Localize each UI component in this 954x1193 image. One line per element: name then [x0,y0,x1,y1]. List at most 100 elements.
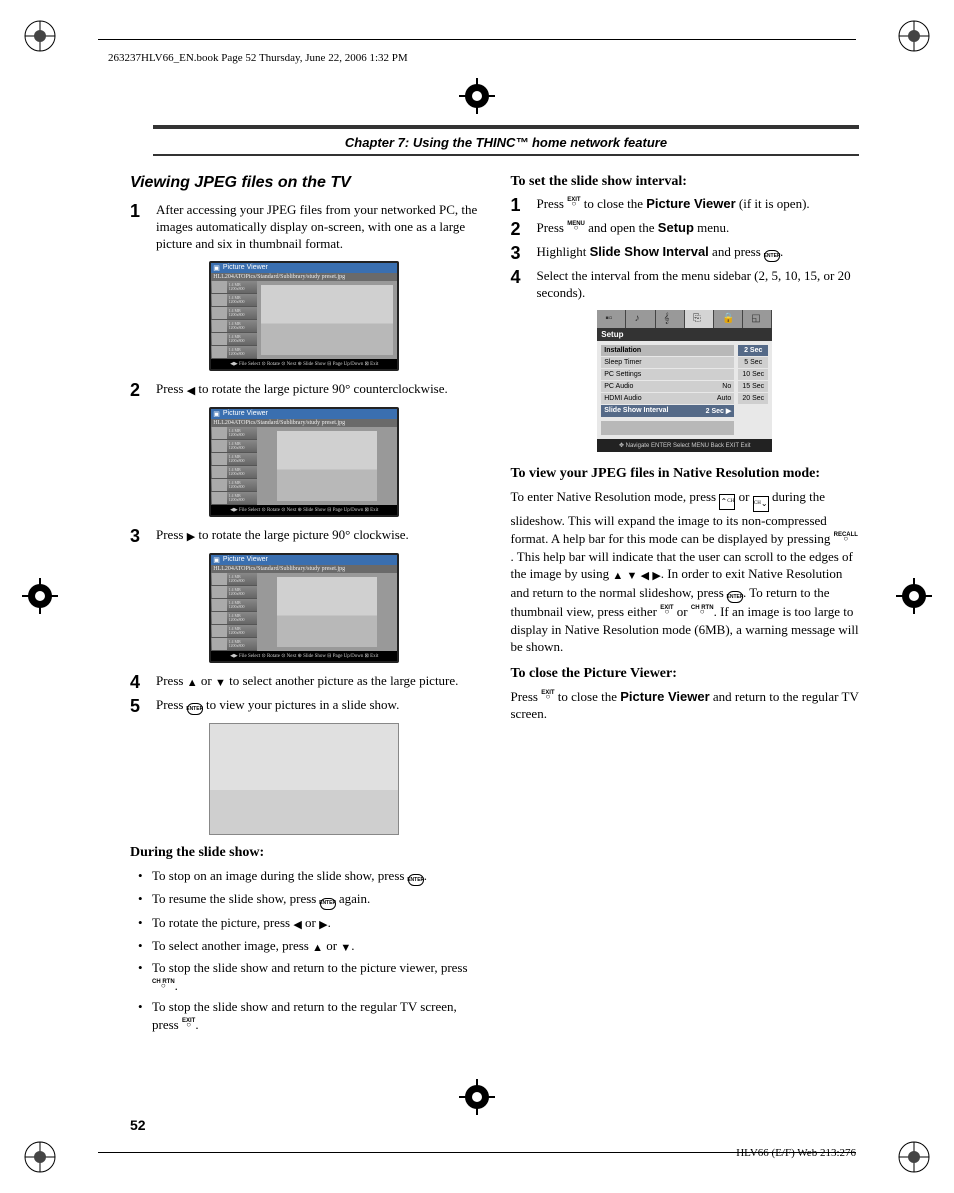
crop-mark-icon [459,78,495,114]
enter-button-icon: ENTER [764,250,780,262]
step-text: Press ▲ or ▼ to select another picture a… [156,673,479,690]
tab-setup-icon: ⎘ [685,310,714,328]
crop-mark-icon [22,578,58,614]
step-text: After accessing your JPEG files from you… [156,202,479,253]
thumbnail: 1.4 MB 1200x800 [211,294,257,307]
chrtn-button-icon: CH RTN○ [691,605,714,613]
tab-lock-icon: 🔒 [714,310,743,328]
list-item: To rotate the picture, press ◀ or ▶. [130,914,479,933]
thumbnail-strip: 1.4 MB 1200x800 1.4 MB 1200x800 1.4 MB 1… [211,427,257,505]
slideshow-image-figure [209,723,399,835]
subsection-heading: To view your JPEG files in Native Resolu… [511,466,860,482]
setup-menu-row: PC AudioNo [601,381,734,392]
crop-mark-icon [896,578,932,614]
thumbnail: 1.4 MB 1200x800 [211,307,257,320]
list-item: To stop the slide show and return to the… [130,959,479,994]
exit-button-icon: EXIT○ [182,1018,195,1026]
chrtn-button-icon: CH RTN○ [152,979,175,987]
picture-viewer-title: Picture Viewer [223,264,268,271]
setup-menu-list: Installation Sleep Timer PC Settings PC … [601,345,734,435]
setup-option: 15 Sec [738,381,768,392]
instruction-list: 1 Press EXIT○ to close the Picture Viewe… [511,196,860,302]
left-column: Viewing JPEG files on the TV 1 After acc… [130,174,479,1038]
crop-line [98,39,856,41]
setup-menu-figure: ▪▫ ♪ 𝄞 ⎘ 🔒 ◱ Setup Installation Sleep Ti… [597,310,772,452]
thumbnail-strip: 1.4 MB 1200x800 1.4 MB 1200x800 1.4 MB 1… [211,281,257,359]
file-path-bar: HLL204ATOPics/Standard/Sublibrary/study … [211,565,397,573]
content-area: Chapter 7: Using the THINC™ home network… [130,125,859,1133]
up-arrow-icon: ▲ [612,569,623,584]
exit-button-icon: EXIT○ [660,605,673,613]
left-arrow-icon: ◀ [293,918,301,933]
list-item: To stop on an image during the slide sho… [130,867,479,886]
picture-viewer-figure: ▣Picture Viewer HLL204ATOPics/Standard/S… [209,407,399,517]
window-icon: ▣ [213,264,220,272]
recall-button-icon: RECALL○ [834,532,858,540]
main-picture-rotated-cw [257,573,397,651]
step-number: 4 [130,673,146,691]
footer-code: HLV66 (E/F) Web 213:276 [736,1147,856,1159]
picture-viewer-figure: ▣Picture Viewer HLL204ATOPics/Standard/S… [209,261,399,371]
tab-picture-icon: ▪▫ [597,310,626,328]
subsection-heading: During the slide show: [130,845,479,861]
crop-mark-icon [896,1139,932,1175]
crop-mark-icon [896,18,932,54]
list-item: To stop the slide show and return to the… [130,998,479,1033]
ch-down-button-icon: CH⌄ [753,496,769,512]
step-number: 5 [130,697,146,715]
setup-menu-row: Sleep Timer [601,357,734,368]
exit-button-icon: EXIT○ [541,690,554,698]
enter-button-icon: ENTER [727,591,743,603]
setup-menu-row-selected: Slide Show Interval2 Sec ▶ [601,405,734,417]
main-picture-rotated-ccw [257,427,397,505]
step-text: Press ◀ to rotate the large picture 90° … [156,381,479,398]
thumbnail: 1.4 MB 1200x800 [211,333,257,346]
setup-tab-bar: ▪▫ ♪ 𝄞 ⎘ 🔒 ◱ [597,310,772,328]
print-header: 263237HLV66_EN.book Page 52 Thursday, Ju… [108,52,408,64]
window-icon: ▣ [213,410,220,418]
step-text: Select the interval from the menu sideba… [537,268,860,302]
picture-viewer-title: Picture Viewer [223,556,268,563]
step-number: 3 [130,527,146,545]
left-arrow-icon: ◀ [641,569,649,584]
file-path-bar: HLL204ATOPics/Standard/Sublibrary/study … [211,419,397,427]
tab-audio-icon: ♪ [626,310,655,328]
step-text: Press EXIT○ to close the Picture Viewer … [537,196,860,213]
section-heading: Viewing JPEG files on the TV [130,174,479,192]
step-text: Press ▶ to rotate the large picture 90° … [156,527,479,544]
down-arrow-icon: ▼ [340,941,351,956]
step-number: 2 [130,381,146,399]
exit-button-icon: EXIT○ [567,197,580,205]
paragraph: Press EXIT○ to close the Picture Viewer … [511,688,860,723]
crop-mark-icon [22,1139,58,1175]
picture-viewer-helpbar: ◀▶ File Select ⊙ Rotate ⊙ Next ⊕ Slide S… [211,651,397,661]
setup-help-bar: ✥ Navigate ENTER Select MENU Back EXIT E… [597,439,772,452]
left-arrow-icon: ◀ [187,384,195,398]
step-number: 2 [511,220,527,238]
step-number: 3 [511,244,527,262]
thumbnail: 1.4 MB 1200x800 [211,346,257,359]
picture-viewer-title: Picture Viewer [223,410,268,417]
right-arrow-icon: ▶ [187,530,195,544]
step-text: Highlight Slide Show Interval and press … [537,244,860,262]
right-column: To set the slide show interval: 1 Press … [511,174,860,1038]
setup-menu-row: PC Settings [601,369,734,380]
down-arrow-icon: ▼ [215,676,226,690]
enter-button-icon: ENTER [320,898,336,910]
setup-option-selected: 2 Sec [738,345,768,356]
chapter-title: Chapter 7: Using the THINC™ home network… [153,129,859,154]
ch-up-button-icon: ⌃CH [719,494,735,510]
menu-button-icon: MENU○ [567,221,585,229]
document-page: 263237HLV66_EN.book Page 52 Thursday, Ju… [0,0,954,1193]
list-item: To select another image, press ▲ or ▼. [130,937,479,956]
subsection-heading: To set the slide show interval: [511,174,860,190]
step-text: Press MENU○ and open the Setup menu. [537,220,860,237]
subsection-heading: To close the Picture Viewer: [511,666,860,682]
thumbnail: 1.4 MB 1200x800 [211,281,257,294]
setup-menu-label: Setup [597,328,772,341]
bullet-list: To stop on an image during the slide sho… [130,867,479,1034]
list-item: To resume the slide show, press ENTER ag… [130,890,479,909]
setup-option: 10 Sec [738,369,768,380]
picture-viewer-helpbar: ◀▶ File Select ⊙ Rotate ⊙ Next ⊕ Slide S… [211,505,397,515]
page-number: 52 [130,1117,146,1133]
